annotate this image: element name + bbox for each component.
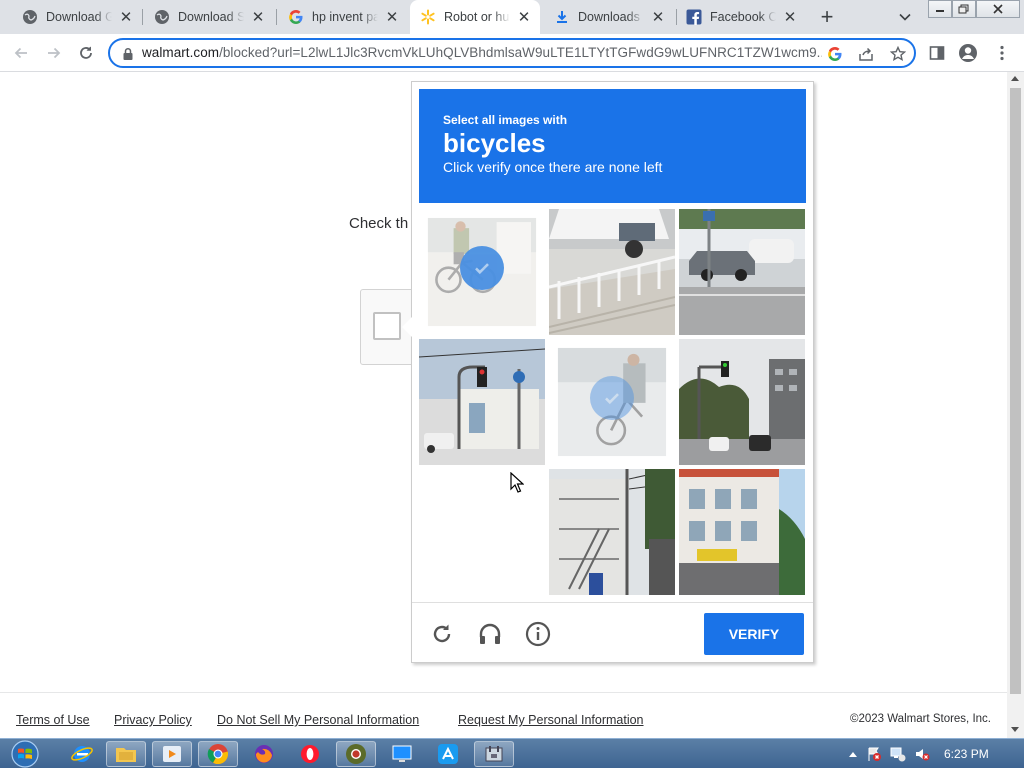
menu-kebab-icon[interactable]: [992, 43, 1012, 63]
audio-challenge-headphones-icon[interactable]: [477, 621, 503, 647]
facebook-icon: [686, 9, 702, 25]
scrollbar-thumb[interactable]: [1010, 88, 1021, 694]
tab-title: hp invent pa: [312, 10, 378, 24]
tab-title: Downloads: [578, 10, 640, 24]
remote-desktop-icon[interactable]: [382, 741, 422, 767]
tab-strip: Download G ✕ Download Se ✕ hp invent pa …: [0, 0, 1024, 34]
bookmark-star-icon[interactable]: [889, 45, 907, 63]
new-tab-button[interactable]: +: [815, 4, 839, 29]
forward-button[interactable]: [42, 41, 66, 65]
volume-muted-icon[interactable]: [914, 746, 930, 762]
tab-download-se[interactable]: Download Se ✕: [144, 0, 274, 34]
scroll-down-arrow-icon[interactable]: [1011, 727, 1019, 732]
show-hidden-icons-icon[interactable]: [845, 746, 861, 762]
chrome-dev-icon[interactable]: [336, 741, 376, 767]
opera-icon[interactable]: [290, 741, 330, 767]
instruction-hint: Click verify once there are none left: [443, 159, 663, 175]
instruction-line: Select all images with: [443, 113, 568, 127]
url-path: /blocked?url=L2lwL1Jlc3RvcmVkLUhQLVBhdml…: [219, 45, 822, 60]
file-explorer-icon[interactable]: [106, 741, 146, 767]
page-footer: Terms of Use Privacy Policy Do Not Sell …: [0, 692, 1007, 738]
request-personal-info-link[interactable]: Request My Personal Information: [458, 713, 644, 727]
tab-title: Robot or hu: [444, 10, 510, 24]
scroll-up-arrow-icon[interactable]: [1011, 76, 1019, 81]
terms-of-use-link[interactable]: Terms of Use: [16, 713, 90, 727]
tab-hp-invent[interactable]: hp invent pa ✕: [278, 0, 408, 34]
tab-search-chevron-icon[interactable]: [895, 7, 915, 27]
privacy-policy-link[interactable]: Privacy Policy: [114, 713, 192, 727]
close-tab-icon[interactable]: ✕: [782, 9, 798, 26]
reload-button[interactable]: [74, 41, 98, 65]
checkmark-icon: [460, 246, 504, 290]
minimize-button[interactable]: [928, 0, 952, 18]
tab-robot-or-human[interactable]: Robot or hu ✕: [410, 0, 540, 34]
tab-title: Download G: [46, 10, 112, 24]
captcha-tile-7[interactable]: [419, 469, 545, 595]
do-not-sell-link[interactable]: Do Not Sell My Personal Information: [217, 713, 419, 727]
tab-title: Facebook Ch: [710, 10, 776, 24]
url-host: walmart.com: [142, 45, 220, 60]
tab-separator: [276, 9, 277, 25]
popup-pointer: [402, 317, 412, 337]
tab-title: Download Se: [178, 10, 244, 24]
captcha-tile-6[interactable]: [679, 339, 805, 465]
page-scrollbar[interactable]: [1007, 72, 1024, 738]
close-tab-icon[interactable]: ✕: [118, 9, 134, 26]
verify-button[interactable]: VERIFY: [704, 613, 804, 655]
checkmark-icon: [590, 376, 634, 420]
recaptcha-checkbox[interactable]: [373, 312, 401, 340]
captcha-tile-2[interactable]: [549, 209, 675, 335]
tab-separator: [142, 9, 143, 25]
check-heading: Check th: [349, 215, 409, 232]
captcha-tile-3[interactable]: [679, 209, 805, 335]
taskbar-clock[interactable]: 6:23 PM: [944, 747, 989, 761]
close-tab-icon[interactable]: ✕: [250, 9, 266, 26]
url-text[interactable]: walmart.com/blocked?url=L2lwL1Jlc3RvcmVk…: [142, 45, 822, 60]
tab-download-g[interactable]: Download G ✕: [12, 0, 142, 34]
google-icon: [288, 9, 304, 25]
address-bar[interactable]: walmart.com/blocked?url=L2lwL1Jlc3RvcmVk…: [108, 38, 916, 68]
chrome-icon[interactable]: [198, 741, 238, 767]
app-store-icon[interactable]: [428, 741, 468, 767]
globe-icon: [154, 9, 170, 25]
start-button[interactable]: [8, 739, 42, 768]
lock-icon[interactable]: [122, 47, 134, 66]
tab-facebook[interactable]: Facebook Ch ✕: [676, 0, 806, 34]
walmart-spark-icon: [420, 9, 436, 25]
captcha-tile-4[interactable]: [419, 339, 545, 465]
reload-challenge-icon[interactable]: [429, 621, 455, 647]
side-panel-icon[interactable]: [927, 43, 947, 63]
internet-explorer-icon[interactable]: [62, 741, 102, 767]
captcha-tile-5[interactable]: [549, 339, 675, 465]
globe-icon: [22, 9, 38, 25]
target-object: bicycles: [443, 128, 546, 158]
tool-icon[interactable]: [474, 741, 514, 767]
tab-downloads[interactable]: Downloads ✕: [544, 0, 674, 34]
challenge-footer: VERIFY: [412, 602, 813, 662]
share-icon[interactable]: [857, 45, 875, 63]
recaptcha-challenge-popup: Select all images with bicycles Click ve…: [402, 81, 814, 663]
captcha-tile-9[interactable]: [679, 469, 805, 595]
captcha-tile-8[interactable]: [549, 469, 675, 595]
info-icon[interactable]: [525, 621, 551, 647]
google-lens-icon[interactable]: [826, 45, 844, 63]
media-player-icon[interactable]: [152, 741, 192, 767]
restore-button[interactable]: [952, 0, 976, 18]
firefox-icon[interactable]: [244, 741, 284, 767]
network-icon[interactable]: [890, 746, 906, 762]
download-icon: [554, 9, 570, 25]
back-button[interactable]: [9, 41, 33, 65]
close-window-button[interactable]: [976, 0, 1020, 18]
close-tab-icon[interactable]: ✕: [384, 9, 400, 26]
browser-toolbar: walmart.com/blocked?url=L2lwL1Jlc3RvcmVk…: [0, 34, 1024, 72]
close-tab-icon[interactable]: ✕: [650, 9, 666, 26]
action-center-flag-icon[interactable]: [866, 746, 882, 762]
challenge-header: Select all images with bicycles Click ve…: [419, 89, 806, 203]
captcha-tile-1[interactable]: [419, 209, 545, 335]
windows-taskbar: 6:23 PM: [0, 738, 1024, 768]
mouse-cursor-icon: [510, 471, 525, 499]
close-tab-icon[interactable]: ✕: [516, 9, 532, 26]
copyright: ©2023 Walmart Stores, Inc.: [850, 713, 991, 725]
profile-avatar-icon[interactable]: [958, 43, 978, 63]
